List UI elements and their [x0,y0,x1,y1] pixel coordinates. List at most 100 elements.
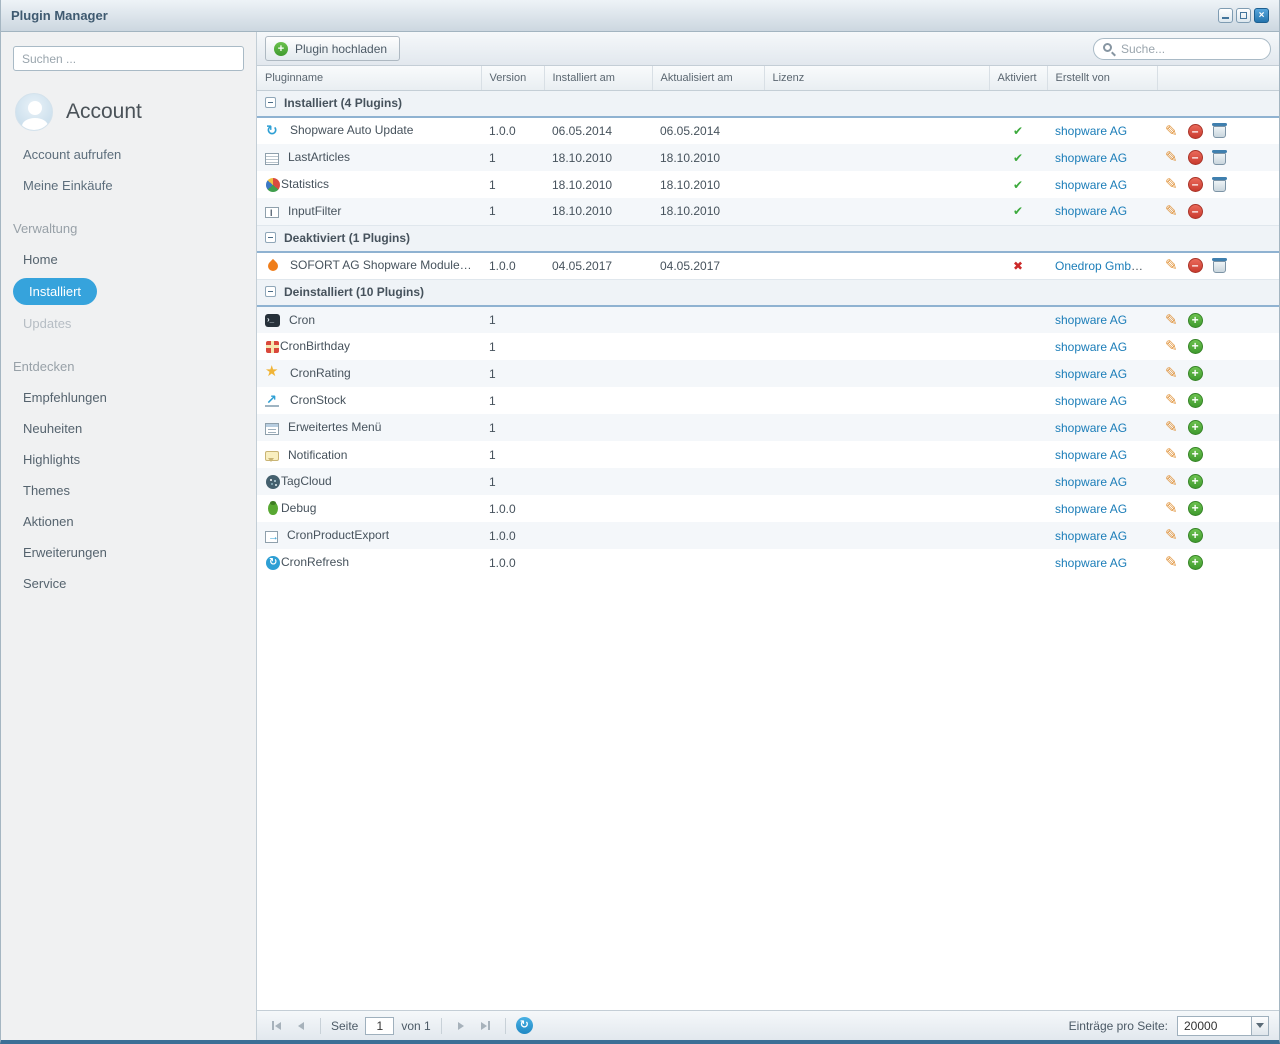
prev-page-button[interactable] [292,1017,310,1035]
toolbar-search-input[interactable] [1093,38,1271,60]
install-icon[interactable]: + [1188,447,1203,462]
table-row[interactable]: Debug1.0.0shopware AG✎+ [257,495,1279,522]
creator-link[interactable]: shopware AG [1055,367,1127,381]
creator-link[interactable]: shopware AG [1055,178,1127,192]
install-icon[interactable]: + [1188,420,1203,435]
creator-link[interactable]: shopware AG [1055,340,1127,354]
deactivate-icon[interactable]: – [1188,204,1203,219]
deactivate-icon[interactable]: – [1188,150,1203,165]
sidebar-item-updates[interactable]: Updates [1,308,256,339]
upload-plugin-button[interactable]: + Plugin hochladen [265,36,400,61]
creator-link[interactable]: shopware AG [1055,204,1127,218]
column-header-aktualisiert-am[interactable]: Aktualisiert am [652,66,764,90]
edit-icon[interactable]: ✎ [1165,204,1178,219]
table-row[interactable]: CronRating1shopware AG✎+ [257,360,1279,387]
install-icon[interactable]: + [1188,528,1203,543]
install-icon[interactable]: + [1188,474,1203,489]
creator-link[interactable]: Onedrop GmbH &... [1055,259,1157,273]
collapse-icon[interactable] [265,232,276,243]
table-row[interactable]: Cron1shopware AG✎+ [257,306,1279,333]
creator-link[interactable]: shopware AG [1055,151,1127,165]
install-icon[interactable]: + [1188,393,1203,408]
edit-icon[interactable]: ✎ [1165,177,1178,192]
edit-icon[interactable]: ✎ [1165,420,1178,435]
sidebar-item-erweiterungen[interactable]: Erweiterungen [1,537,256,568]
deactivate-icon[interactable]: – [1188,258,1203,273]
uninstall-icon[interactable] [1213,261,1226,273]
edit-icon[interactable]: ✎ [1165,313,1178,328]
table-row[interactable]: TagCloud1shopware AG✎+ [257,468,1279,495]
column-header-erstellt-von[interactable]: Erstellt von [1047,66,1157,90]
deactivate-icon[interactable]: – [1188,124,1203,139]
table-row[interactable]: CronProductExport1.0.0shopware AG✎+ [257,522,1279,549]
column-header-aktiviert[interactable]: Aktiviert [989,66,1047,90]
table-row[interactable]: CronBirthday1shopware AG✎+ [257,333,1279,360]
creator-link[interactable]: shopware AG [1055,394,1127,408]
sidebar-link-account-aufrufen[interactable]: Account aufrufen [1,139,256,170]
edit-icon[interactable]: ✎ [1165,124,1178,139]
install-icon[interactable]: + [1188,501,1203,516]
creator-link[interactable]: shopware AG [1055,556,1127,570]
uninstall-icon[interactable] [1213,153,1226,165]
window-titlebar[interactable]: Plugin Manager [1,0,1279,32]
column-header-actions[interactable] [1157,66,1279,90]
column-header-installiert-am[interactable]: Installiert am [544,66,652,90]
edit-icon[interactable]: ✎ [1165,474,1178,489]
page-input[interactable] [365,1017,394,1035]
column-header-lizenz[interactable]: Lizenz [764,66,989,90]
sidebar-item-highlights[interactable]: Highlights [1,444,256,475]
deactivate-icon[interactable]: – [1188,177,1203,192]
sidebar-item-neuheiten[interactable]: Neuheiten [1,413,256,444]
next-page-button[interactable] [452,1017,470,1035]
table-row[interactable]: CronStock1shopware AG✎+ [257,387,1279,414]
sidebar-item-home[interactable]: Home [1,244,256,275]
edit-icon[interactable]: ✎ [1165,339,1178,354]
edit-icon[interactable]: ✎ [1165,366,1178,381]
table-row[interactable]: SOFORT AG Shopware Module v21.0.004.05.2… [257,252,1279,279]
collapse-icon[interactable] [265,97,276,108]
column-header-pluginname[interactable]: Pluginname [257,66,481,90]
table-row[interactable]: InputFilter118.10.201018.10.2010✔shopwar… [257,198,1279,225]
per-page-select[interactable]: 20000 [1177,1016,1269,1036]
minimize-button[interactable] [1218,8,1233,23]
sidebar-search-input[interactable] [13,46,244,71]
last-page-button[interactable] [477,1017,495,1035]
first-page-button[interactable] [267,1017,285,1035]
creator-link[interactable]: shopware AG [1055,313,1127,327]
table-row[interactable]: Notification1shopware AG✎+ [257,441,1279,468]
column-header-version[interactable]: Version [481,66,544,90]
table-row[interactable]: Statistics118.10.201018.10.2010✔shopware… [257,171,1279,198]
install-icon[interactable]: + [1188,366,1203,381]
edit-icon[interactable]: ✎ [1165,447,1178,462]
install-icon[interactable]: + [1188,339,1203,354]
creator-link[interactable]: shopware AG [1055,448,1127,462]
install-icon[interactable]: + [1188,313,1203,328]
sidebar-item-service[interactable]: Service [1,568,256,599]
sidebar-item-empfehlungen[interactable]: Empfehlungen [1,382,256,413]
edit-icon[interactable]: ✎ [1165,150,1178,165]
install-icon[interactable]: + [1188,555,1203,570]
edit-icon[interactable]: ✎ [1165,501,1178,516]
creator-link[interactable]: shopware AG [1055,475,1127,489]
creator-link[interactable]: shopware AG [1055,124,1127,138]
creator-link[interactable]: shopware AG [1055,502,1127,516]
edit-icon[interactable]: ✎ [1165,258,1178,273]
uninstall-icon[interactable] [1213,180,1226,192]
close-button[interactable] [1254,8,1269,23]
sidebar-link-meine-einkaufe[interactable]: Meine Einkäufe [1,170,256,201]
table-row[interactable]: Erweitertes Menü1shopware AG✎+ [257,414,1279,441]
sidebar-item-installiert[interactable]: Installiert [13,278,97,305]
refresh-button[interactable]: ↻ [516,1017,533,1034]
maximize-button[interactable] [1236,8,1251,23]
uninstall-icon[interactable] [1213,126,1226,138]
table-row[interactable]: LastArticles118.10.201018.10.2010✔shopwa… [257,144,1279,171]
collapse-icon[interactable] [265,286,276,297]
edit-icon[interactable]: ✎ [1165,393,1178,408]
edit-icon[interactable]: ✎ [1165,555,1178,570]
table-row[interactable]: CronRefresh1.0.0shopware AG✎+ [257,549,1279,576]
creator-link[interactable]: shopware AG [1055,529,1127,543]
creator-link[interactable]: shopware AG [1055,421,1127,435]
table-row[interactable]: Shopware Auto Update1.0.006.05.201406.05… [257,117,1279,144]
sidebar-item-aktionen[interactable]: Aktionen [1,506,256,537]
edit-icon[interactable]: ✎ [1165,528,1178,543]
